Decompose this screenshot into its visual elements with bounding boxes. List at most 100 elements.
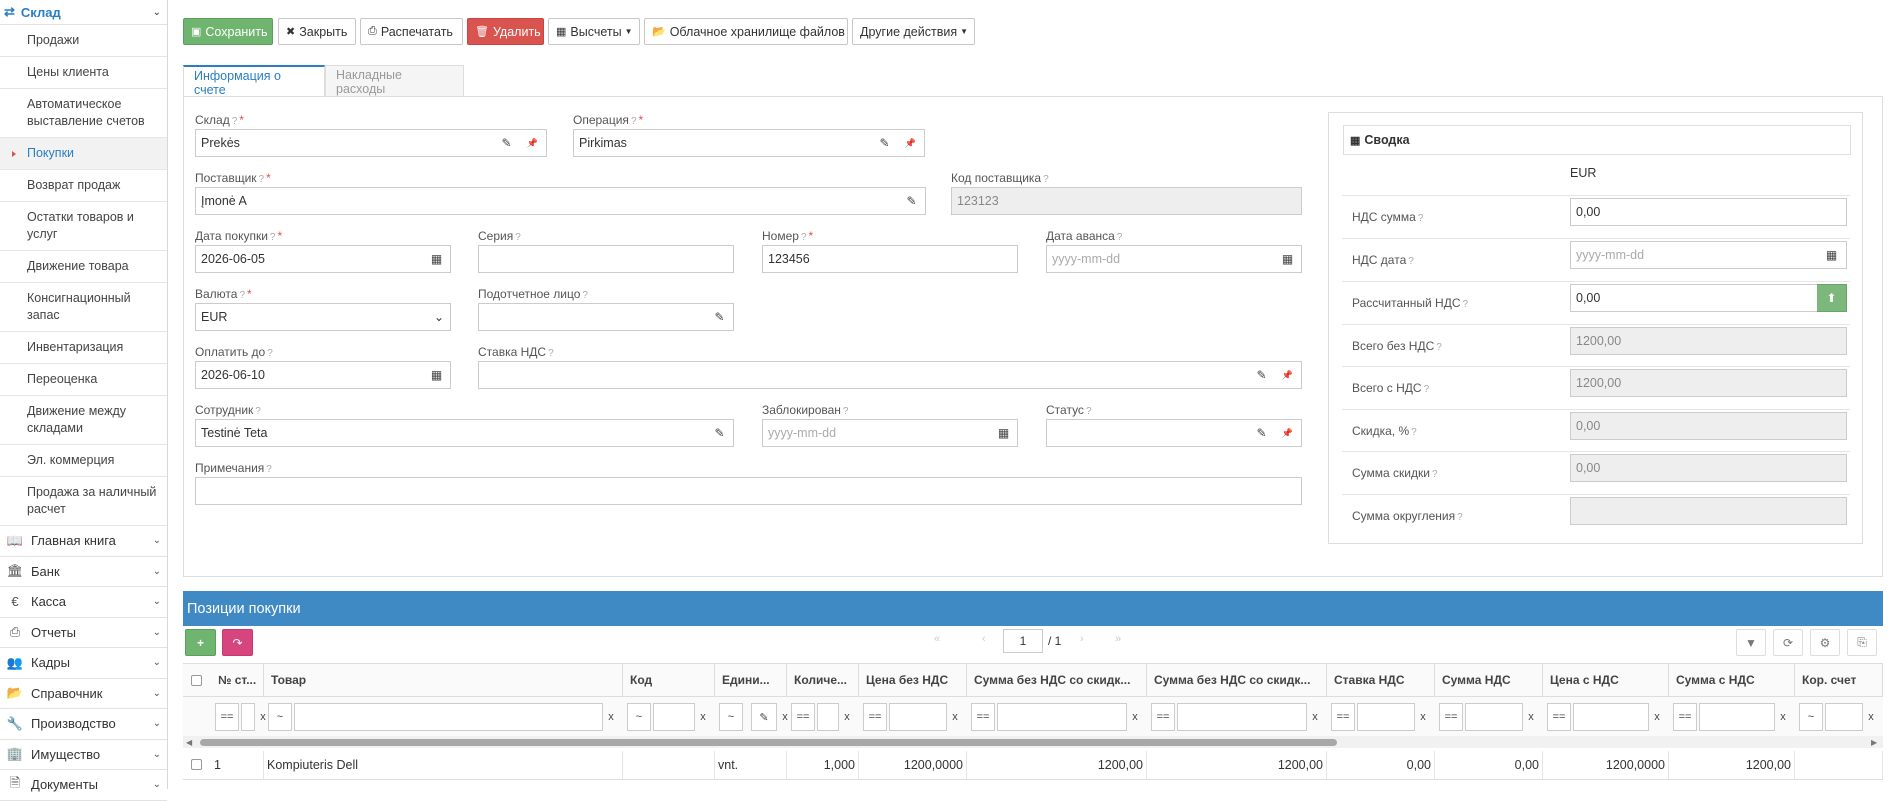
- table-cell[interactable]: 0,00: [1435, 751, 1543, 779]
- edit-icon[interactable]: ✎: [751, 703, 777, 731]
- table-cell[interactable]: 1,000: [787, 751, 859, 779]
- cloud-storage-button[interactable]: 📂 Облачное хранилище файлов: [644, 18, 848, 45]
- column-header[interactable]: Сумма с НДС: [1669, 663, 1795, 697]
- sidebar-item[interactable]: Остатки товаров и услуг: [0, 202, 167, 251]
- scroll-right-icon[interactable]: ▶: [1871, 739, 1879, 747]
- warehouse-field[interactable]: Prekės: [195, 129, 494, 157]
- filter-input[interactable]: [817, 703, 839, 731]
- filter-input[interactable]: [1465, 703, 1523, 731]
- clear-filter-icon[interactable]: x: [1417, 703, 1429, 731]
- filter-operator[interactable]: ~: [268, 703, 292, 731]
- filter-input[interactable]: [1573, 703, 1649, 731]
- table-cell[interactable]: [1795, 751, 1883, 779]
- table-cell[interactable]: 0,00: [1327, 751, 1435, 779]
- filter-input[interactable]: [1825, 703, 1863, 731]
- sidebar-item[interactable]: Движение товара: [0, 251, 167, 283]
- sidebar-section-warehouse[interactable]: ⇄ Склад ⌄: [0, 0, 167, 25]
- edit-button[interactable]: ✎: [898, 187, 926, 215]
- filter-operator[interactable]: ==: [1673, 703, 1697, 731]
- table-cell[interactable]: Kompiuteris Dell: [264, 751, 623, 779]
- clear-filter-icon[interactable]: x: [779, 703, 791, 731]
- save-button[interactable]: ▣ Сохранить: [183, 18, 273, 45]
- clear-filter-icon[interactable]: x: [605, 703, 617, 731]
- tab-overhead[interactable]: Накладные расходы: [325, 65, 464, 97]
- row-checkbox[interactable]: [191, 759, 202, 770]
- refresh-button[interactable]: ⟳: [1773, 629, 1803, 656]
- filter-input[interactable]: [294, 703, 603, 731]
- sidebar-menu-item[interactable]: ⎙ Отчеты ⌄: [0, 618, 167, 648]
- settings-button[interactable]: ⚙: [1810, 629, 1840, 656]
- table-cell[interactable]: 1200,00: [1669, 751, 1795, 779]
- clear-filter-icon[interactable]: x: [1309, 703, 1321, 731]
- filter-operator[interactable]: ~: [719, 703, 743, 731]
- edit-button[interactable]: ✎: [1248, 419, 1276, 447]
- sidebar-menu-item[interactable]: 👥 Кадры ⌄: [0, 648, 167, 679]
- supplier-field[interactable]: Įmonė A: [195, 187, 899, 215]
- currency-select[interactable]: EUR ⌄: [195, 303, 451, 331]
- purchase-date-field[interactable]: 2026-06-05: [195, 245, 424, 273]
- prev-page-icon[interactable]: ‹: [982, 633, 986, 645]
- advance-date-field[interactable]: yyyy-mm-dd: [1046, 245, 1275, 273]
- column-header[interactable]: Сумма НДС: [1435, 663, 1543, 697]
- sidebar-item[interactable]: Переоценка: [0, 364, 167, 396]
- recalculate-button[interactable]: ⬆: [1817, 284, 1847, 312]
- filter-operator[interactable]: ~: [627, 703, 651, 731]
- calendar-button[interactable]: ▦: [1274, 245, 1302, 273]
- table-cell[interactable]: 1200,0000: [859, 751, 967, 779]
- column-header[interactable]: Сумма без НДС со скидк...: [967, 663, 1147, 697]
- filter-operator[interactable]: ==: [1547, 703, 1571, 731]
- status-field[interactable]: [1046, 419, 1249, 447]
- add-row-button[interactable]: +: [185, 629, 216, 656]
- sidebar-item[interactable]: Продажи: [0, 25, 167, 57]
- filter-input[interactable]: [653, 703, 695, 731]
- clear-filter-icon[interactable]: x: [949, 703, 961, 731]
- delete-button[interactable]: 🗑 Удалить: [467, 18, 544, 45]
- edit-button[interactable]: ✎: [493, 129, 521, 157]
- table-cell[interactable]: 1200,00: [967, 751, 1147, 779]
- column-header[interactable]: Кор. счет: [1795, 663, 1883, 697]
- sidebar-menu-item[interactable]: 🏛 Банк ⌄: [0, 557, 167, 587]
- close-button[interactable]: ✖ Закрыть: [278, 18, 356, 45]
- operation-field[interactable]: Pirkimas: [573, 129, 872, 157]
- sidebar-item[interactable]: Цены клиента: [0, 57, 167, 89]
- column-header[interactable]: Цена без НДС: [859, 663, 967, 697]
- sidebar-menu-item[interactable]: 🏢 Имущество ⌄: [0, 740, 167, 770]
- column-header[interactable]: Товар: [264, 663, 623, 697]
- sidebar-item[interactable]: Продажа за наличный расчет: [0, 477, 167, 526]
- table-cell[interactable]: [623, 751, 715, 779]
- number-field[interactable]: 123456: [762, 245, 1018, 273]
- column-header[interactable]: Количе...: [787, 663, 859, 697]
- edit-button[interactable]: ✎: [1248, 361, 1276, 389]
- sidebar-item[interactable]: Автоматическое выставление счетов: [0, 89, 167, 138]
- sidebar-item[interactable]: Покупки: [0, 138, 167, 170]
- column-header[interactable]: Цена с НДС: [1543, 663, 1669, 697]
- column-header[interactable]: № ст...: [211, 663, 264, 697]
- calendar-button[interactable]: ▦: [990, 419, 1018, 447]
- blocked-date-field[interactable]: yyyy-mm-dd: [762, 419, 991, 447]
- filter-operator[interactable]: ==: [1439, 703, 1463, 731]
- calculated-vat-field[interactable]: 0,00: [1570, 284, 1818, 312]
- column-header[interactable]: Ставка НДС: [1327, 663, 1435, 697]
- export-button[interactable]: ⎘: [1847, 629, 1877, 656]
- share-button[interactable]: ↷: [222, 629, 253, 656]
- table-cell[interactable]: vnt.: [715, 751, 787, 779]
- column-header[interactable]: Едини...: [715, 663, 787, 697]
- page-input[interactable]: 1: [1003, 629, 1043, 653]
- edit-button[interactable]: ✎: [706, 303, 734, 331]
- select-all-checkbox[interactable]: [191, 675, 202, 686]
- edit-button[interactable]: ✎: [706, 419, 734, 447]
- column-header[interactable]: Код: [623, 663, 715, 697]
- pin-button[interactable]: 📌: [1274, 419, 1302, 447]
- edit-button[interactable]: ✎: [871, 129, 899, 157]
- sidebar-item[interactable]: Инвентаризация: [0, 332, 167, 364]
- series-field[interactable]: [478, 245, 734, 273]
- clear-filter-icon[interactable]: x: [697, 703, 709, 731]
- column-header[interactable]: Сумма без НДС со скидк...: [1147, 663, 1327, 697]
- filter-input[interactable]: [1699, 703, 1775, 731]
- calendar-button[interactable]: ▦: [423, 245, 451, 273]
- vat-date-field[interactable]: yyyy-mm-dd: [1570, 241, 1818, 269]
- sidebar-menu-item[interactable]: 📂 Справочник ⌄: [0, 679, 167, 709]
- table-cell[interactable]: 1: [211, 751, 264, 779]
- clear-filter-icon[interactable]: x: [841, 703, 853, 731]
- calendar-button[interactable]: ▦: [423, 361, 451, 389]
